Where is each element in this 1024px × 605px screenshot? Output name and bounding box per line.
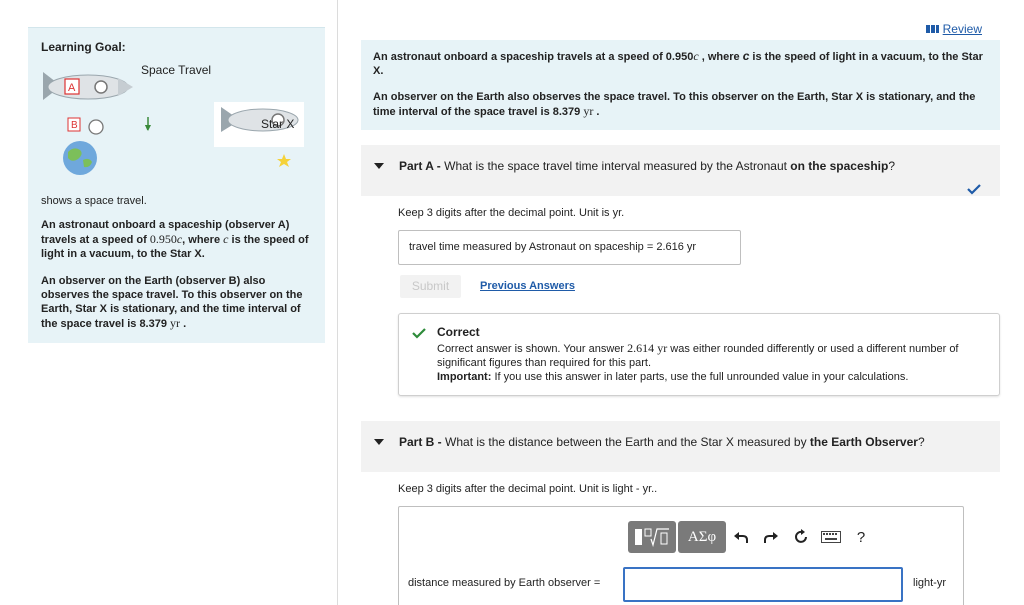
space-travel-figure: A v B Space Travel Star X — [38, 60, 313, 185]
keyboard-icon[interactable] — [816, 521, 846, 553]
review-label: Review — [942, 22, 982, 36]
review-icon — [925, 25, 939, 33]
greek-symbols-button[interactable]: ΑΣφ — [678, 521, 726, 553]
earth-icon — [63, 117, 104, 175]
learning-goal-title: Learning Goal: — [41, 40, 126, 54]
part-a-instruction: Keep 3 digits after the decimal point. U… — [398, 207, 625, 219]
part-a-question: Part A - What is the space travel time i… — [399, 159, 896, 173]
collapse-arrow-icon[interactable] — [374, 163, 384, 169]
space-travel-label: Space Travel — [141, 63, 212, 77]
templates-icon — [635, 528, 669, 547]
checkmark-icon — [967, 184, 981, 195]
part-b-answer-unit: light-yr — [913, 577, 947, 589]
part-b-answer-input[interactable] — [623, 567, 903, 602]
feedback-title: Correct — [437, 325, 480, 339]
learning-goal-panel: Learning Goal: A v B Space Travel Star X… — [28, 27, 325, 343]
reset-icon[interactable] — [786, 521, 816, 553]
math-toolbar: ΑΣφ ? — [628, 521, 876, 553]
part-a-answer-field: travel time measured by Astronaut on spa… — [398, 230, 741, 265]
previous-answers-link[interactable]: Previous Answers — [480, 280, 575, 292]
marker-a: A — [68, 82, 76, 94]
feedback-body: Correct answer is shown. Your answer 2.6… — [437, 341, 959, 383]
review-link[interactable]: Review — [925, 22, 982, 36]
correct-check-icon — [412, 328, 426, 339]
undo-icon[interactable] — [726, 521, 756, 553]
velocity-label: v — [145, 122, 150, 132]
rocket-a-icon — [43, 72, 133, 100]
figure-caption: shows a space travel. — [41, 195, 147, 207]
part-b-header[interactable]: Part B - What is the distance between th… — [361, 421, 1000, 472]
problem-paragraph-1: An astronaut onboard a spaceship travels… — [373, 49, 983, 77]
learning-goal-paragraph-2: An observer on the Earth (observer B) al… — [41, 275, 303, 330]
help-button[interactable]: ? — [846, 521, 876, 553]
templates-button[interactable] — [628, 521, 676, 553]
redo-icon[interactable] — [756, 521, 786, 553]
part-b-question: Part B - What is the distance between th… — [399, 435, 925, 449]
star-x-label: Star X — [261, 117, 295, 131]
star-icon — [277, 154, 291, 167]
part-b-instruction: Keep 3 digits after the decimal point. U… — [398, 483, 658, 495]
learning-goal-paragraph-1: An astronaut onboard a spaceship (observ… — [41, 219, 309, 260]
part-a-header[interactable]: Part A - What is the space travel time i… — [361, 145, 1000, 196]
marker-b: B — [71, 120, 78, 131]
part-b-answer-label: distance measured by Earth observer = — [408, 577, 601, 589]
submit-button[interactable]: Submit — [400, 275, 461, 298]
feedback-box: Correct Correct answer is shown. Your an… — [398, 313, 1000, 396]
problem-paragraph-2: An observer on the Earth also observes t… — [373, 91, 976, 118]
problem-statement: An astronaut onboard a spaceship travels… — [361, 40, 1000, 130]
column-divider — [337, 0, 338, 605]
collapse-arrow-icon[interactable] — [374, 439, 384, 445]
